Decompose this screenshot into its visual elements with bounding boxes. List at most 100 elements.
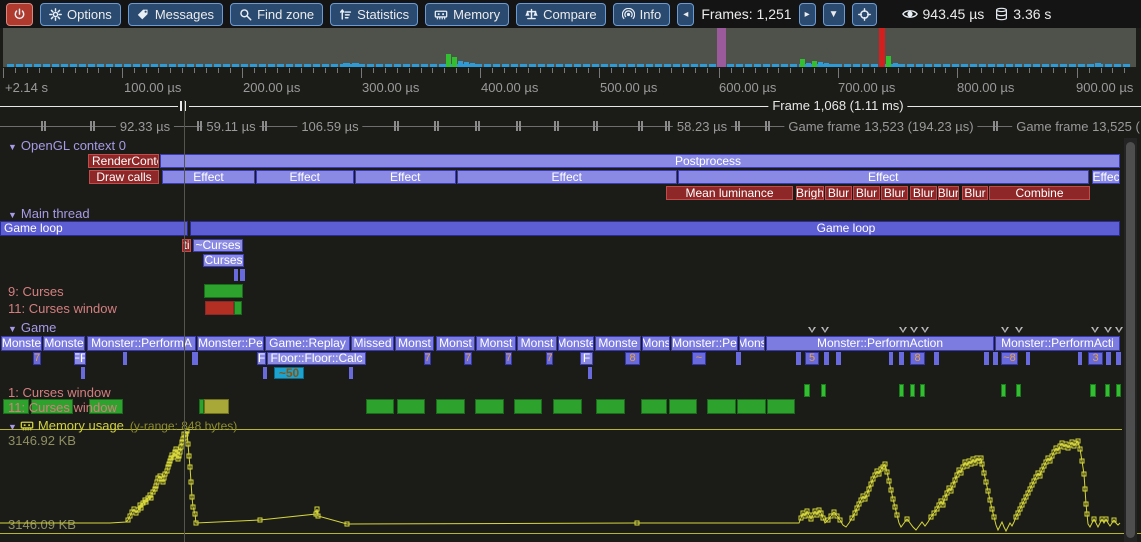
histogram-frame-bar[interactable] [511,64,518,67]
zone-bar[interactable]: Monster::PerformA [87,336,196,351]
histogram-frame-bar[interactable] [25,64,32,67]
zone-bar[interactable] [836,352,841,365]
subframe-label[interactable]: 106.59 µs [297,119,362,134]
frame-histogram[interactable] [3,28,1136,67]
zone-bar[interactable]: Blur [853,186,880,200]
histogram-frame-bar[interactable] [403,64,410,67]
histogram-frame-bar[interactable] [223,64,230,67]
histogram-frame-bar[interactable] [727,64,734,67]
histogram-frame-bar[interactable] [250,64,257,67]
histogram-frame-bar[interactable] [446,54,451,67]
histogram-frame-bar[interactable] [1006,64,1013,67]
histogram-frame-bar[interactable] [717,28,726,67]
histogram-frame-bar[interactable] [529,64,536,67]
histogram-frame-bar[interactable] [835,64,842,67]
zone-bar[interactable] [920,384,925,397]
zone-bar[interactable] [240,269,245,281]
zone-bar[interactable]: Monst [395,336,434,351]
zone-bar[interactable]: Game loop [190,221,1120,236]
histogram-frame-bar[interactable] [1114,64,1121,67]
zone-bar[interactable]: 7 [546,352,553,365]
zone-bar[interactable]: Brigh [796,186,824,200]
histogram-frame-bar[interactable] [493,64,500,67]
zone-bar[interactable]: FF [74,352,86,365]
zone-bar[interactable]: Combine [989,186,1090,200]
zone-bar[interactable] [821,384,826,397]
subframe-label[interactable]: 92.33 µs [116,119,174,134]
zone-bar[interactable]: 8 [910,352,925,365]
memory-button[interactable]: Memory [425,3,509,26]
zone-bar[interactable]: Monster::Pe [197,336,264,351]
zone-bar[interactable]: Mons [642,336,670,351]
histogram-frame-bar[interactable] [898,64,905,67]
find-zone-button[interactable]: Find zone [230,3,323,26]
histogram-frame-bar[interactable] [547,64,554,67]
zone-bar[interactable] [641,399,667,414]
histogram-frame-bar[interactable] [538,64,545,67]
histogram-frame-bar[interactable] [376,64,383,67]
histogram-frame-bar[interactable] [830,64,835,67]
zone-bar[interactable] [984,352,989,365]
histogram-frame-bar[interactable] [133,64,140,67]
caret-left-icon-button[interactable]: ◂ [677,3,694,26]
crosshair-icon-button[interactable] [852,3,877,26]
zone-bar[interactable]: Monst [436,336,475,351]
message-marker-icon[interactable] [910,327,918,333]
histogram-frame-bar[interactable] [286,64,293,67]
zone-bar[interactable]: Monster::PerformActi [995,336,1120,351]
histogram-frame-bar[interactable] [178,64,185,67]
histogram-frame-bar[interactable] [1123,64,1130,67]
zone-bar[interactable] [205,301,234,315]
histogram-frame-bar[interactable] [565,64,572,67]
histogram-frame-bar[interactable] [628,64,635,67]
zone-bar[interactable] [1078,352,1082,365]
histogram-frame-bar[interactable] [925,64,932,67]
histogram-frame-bar[interactable] [893,63,898,67]
histogram-frame-bar[interactable] [812,61,817,67]
histogram-frame-bar[interactable] [394,64,401,67]
histogram-frame-bar[interactable] [34,64,41,67]
zone-bar[interactable] [596,399,625,414]
histogram-frame-bar[interactable] [7,64,14,67]
histogram-frame-bar[interactable] [343,63,350,67]
histogram-frame-bar[interactable] [610,64,617,67]
zone-bar[interactable] [397,399,425,414]
zone-bar[interactable]: Effect [355,170,457,184]
frame-line[interactable] [0,106,1141,107]
histogram-frame-bar[interactable] [520,64,527,67]
histogram-frame-bar[interactable] [601,64,608,67]
zone-bar[interactable]: Monst [476,336,516,351]
histogram-frame-bar[interactable] [673,64,680,67]
zone-bar[interactable]: Blur [881,186,908,200]
histogram-frame-bar[interactable] [879,28,885,67]
zone-bar[interactable]: Effect [162,170,255,184]
zone-bar[interactable] [899,384,904,397]
zone-bar[interactable]: Effect [678,170,1090,184]
zone-bar[interactable] [889,352,893,365]
histogram-frame-bar[interactable] [241,64,248,67]
histogram-frame-bar[interactable] [430,64,437,67]
zone-bar[interactable] [192,352,198,365]
zone-bar[interactable] [737,399,766,414]
histogram-frame-bar[interactable] [700,64,707,67]
zone-bar[interactable]: Draw calls [89,170,159,184]
info-button[interactable]: Info [613,3,671,26]
histogram-frame-bar[interactable] [790,64,797,67]
statistics-button[interactable]: Statistics [330,3,418,26]
histogram-frame-bar[interactable] [79,64,86,67]
subframe-label[interactable]: 58.23 µs [673,119,731,134]
collapse-triangle-icon[interactable]: ▼ [8,210,17,220]
zone-bar[interactable]: Floor::Floor::Calc [267,352,366,365]
histogram-frame-bar[interactable] [1095,63,1101,67]
zone-bar[interactable]: ~Curses [193,239,243,252]
zone-bar[interactable]: Monste [595,336,641,351]
zone-bar[interactable]: ~8 [1001,352,1018,365]
zone-bar[interactable] [707,399,736,414]
zone-bar[interactable]: 5 [805,352,819,365]
histogram-frame-bar[interactable] [452,57,457,67]
subframe-label[interactable]: 59.11 µs [202,119,259,134]
histogram-frame-bar[interactable] [961,64,968,67]
zone-bar[interactable]: 7 [505,352,512,365]
zone-bar[interactable] [81,367,85,379]
histogram-frame-bar[interactable] [232,64,239,67]
